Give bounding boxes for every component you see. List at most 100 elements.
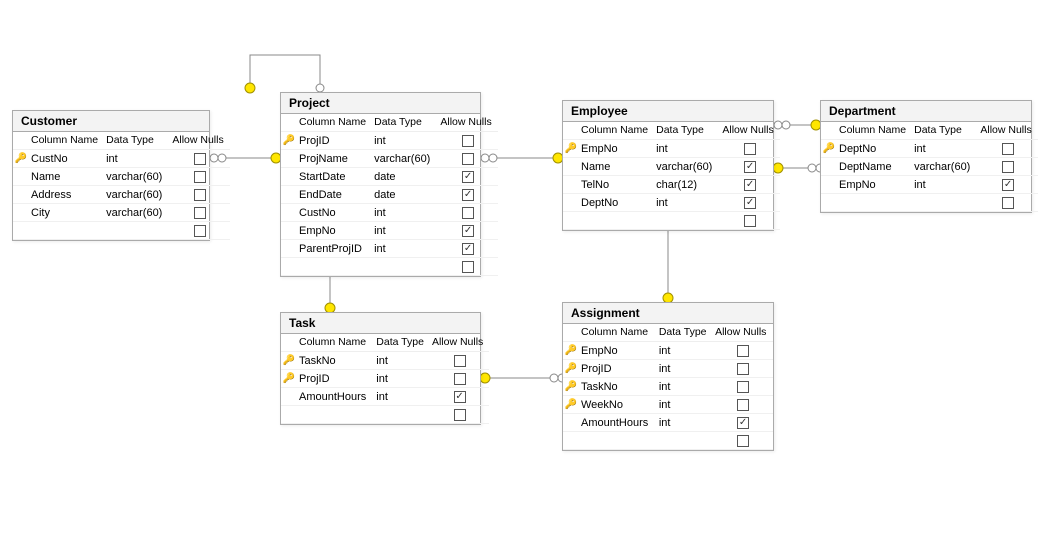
column-name[interactable]: CustNo [29, 150, 104, 168]
column-type[interactable]: int [372, 132, 438, 150]
table-department[interactable]: Department Column Name Data Type Allow N… [820, 100, 1032, 213]
column-name[interactable]: DeptNo [837, 140, 912, 158]
allow-nulls-checkbox[interactable] [430, 370, 489, 388]
allow-nulls-checkbox[interactable] [713, 378, 773, 396]
blank-row[interactable] [29, 222, 104, 240]
column-type[interactable]: int [657, 414, 713, 432]
column-type[interactable]: int [654, 194, 720, 212]
allow-nulls-checkbox[interactable]: ✓ [713, 414, 773, 432]
allow-nulls-checkbox[interactable]: ✓ [438, 186, 497, 204]
column-type[interactable]: int [372, 204, 438, 222]
allow-nulls-checkbox[interactable] [978, 158, 1037, 176]
column-name[interactable]: DeptName [837, 158, 912, 176]
allow-nulls-checkbox[interactable] [713, 432, 773, 450]
allow-nulls-checkbox[interactable]: ✓ [978, 176, 1037, 194]
allow-nulls-checkbox[interactable] [438, 132, 497, 150]
column-type[interactable]: int [104, 150, 170, 168]
allow-nulls-checkbox[interactable] [170, 204, 229, 222]
allow-nulls-checkbox[interactable] [713, 396, 773, 414]
column-type[interactable]: int [372, 222, 438, 240]
column-name[interactable]: Address [29, 186, 104, 204]
allow-nulls-checkbox[interactable]: ✓ [720, 176, 779, 194]
column-name[interactable]: CustNo [297, 204, 372, 222]
allow-nulls-checkbox[interactable] [430, 352, 489, 370]
column-type[interactable]: int [657, 360, 713, 378]
column-type[interactable]: int [654, 140, 720, 158]
blank-row[interactable] [579, 432, 657, 450]
table-project[interactable]: Project Column Name Data Type Allow Null… [280, 92, 481, 277]
allow-nulls-checkbox[interactable]: ✓ [438, 168, 497, 186]
column-type[interactable]: date [372, 168, 438, 186]
blank-row[interactable] [297, 258, 372, 276]
allow-nulls-checkbox[interactable] [170, 222, 229, 240]
allow-nulls-checkbox[interactable]: ✓ [430, 388, 489, 406]
column-name[interactable]: AmountHours [579, 414, 657, 432]
column-type[interactable]: varchar(60) [372, 150, 438, 168]
column-name[interactable]: ProjID [579, 360, 657, 378]
column-type[interactable]: char(12) [654, 176, 720, 194]
column-name[interactable]: EmpNo [297, 222, 372, 240]
allow-nulls-checkbox[interactable] [430, 406, 489, 424]
column-type[interactable]: varchar(60) [104, 186, 170, 204]
column-type[interactable]: int [374, 370, 430, 388]
table-employee[interactable]: Employee Column Name Data Type Allow Nul… [562, 100, 774, 231]
column-header-name: Column Name [29, 132, 104, 150]
column-name[interactable]: EmpNo [579, 140, 654, 158]
allow-nulls-checkbox[interactable] [438, 258, 497, 276]
allow-nulls-checkbox[interactable] [170, 186, 229, 204]
column-type[interactable]: varchar(60) [912, 158, 978, 176]
allow-nulls-checkbox[interactable]: ✓ [720, 194, 779, 212]
allow-nulls-checkbox[interactable]: ✓ [438, 222, 497, 240]
column-type[interactable]: date [372, 186, 438, 204]
allow-nulls-checkbox[interactable] [713, 360, 773, 378]
blank-row[interactable] [297, 406, 374, 424]
table-task[interactable]: Task Column Name Data Type Allow Nulls 🔑… [280, 312, 481, 425]
allow-nulls-checkbox[interactable] [720, 140, 779, 158]
column-name[interactable]: TaskNo [579, 378, 657, 396]
column-name[interactable]: TelNo [579, 176, 654, 194]
column-type[interactable]: int [657, 396, 713, 414]
column-name[interactable]: AmountHours [297, 388, 374, 406]
allow-nulls-checkbox[interactable]: ✓ [438, 240, 497, 258]
pk-icon: 🔑 [281, 352, 297, 370]
column-type[interactable]: varchar(60) [104, 168, 170, 186]
blank-row[interactable] [837, 194, 912, 212]
column-type[interactable]: int [374, 388, 430, 406]
column-name[interactable]: ProjName [297, 150, 372, 168]
column-type[interactable]: int [912, 176, 978, 194]
column-name[interactable]: WeekNo [579, 396, 657, 414]
allow-nulls-checkbox[interactable] [720, 212, 779, 230]
allow-nulls-checkbox[interactable] [170, 150, 229, 168]
allow-nulls-checkbox[interactable] [438, 204, 497, 222]
column-type[interactable]: varchar(60) [104, 204, 170, 222]
column-name[interactable]: StartDate [297, 168, 372, 186]
allow-nulls-checkbox[interactable] [978, 140, 1037, 158]
table-assignment[interactable]: Assignment Column Name Data Type Allow N… [562, 302, 774, 451]
allow-nulls-checkbox[interactable] [170, 168, 229, 186]
allow-nulls-checkbox[interactable] [713, 342, 773, 360]
column-name[interactable]: Name [29, 168, 104, 186]
column-header-type: Data Type [657, 324, 713, 342]
table-customer[interactable]: Customer Column Name Data Type Allow Nul… [12, 110, 210, 241]
column-type[interactable]: int [912, 140, 978, 158]
column-type[interactable]: int [657, 378, 713, 396]
column-name[interactable]: TaskNo [297, 352, 374, 370]
allow-nulls-checkbox[interactable]: ✓ [720, 158, 779, 176]
column-name[interactable]: EmpNo [837, 176, 912, 194]
column-name[interactable]: ProjID [297, 370, 374, 388]
column-name[interactable]: EmpNo [579, 342, 657, 360]
column-type[interactable]: varchar(60) [654, 158, 720, 176]
allow-nulls-checkbox[interactable] [978, 194, 1037, 212]
column-name[interactable]: ProjID [297, 132, 372, 150]
column-type[interactable]: int [657, 342, 713, 360]
column-name[interactable]: EndDate [297, 186, 372, 204]
column-type[interactable]: int [372, 240, 438, 258]
column-name[interactable]: Name [579, 158, 654, 176]
column-type[interactable]: int [374, 352, 430, 370]
column-name[interactable]: DeptNo [579, 194, 654, 212]
pk-icon: 🔑 [563, 360, 579, 378]
allow-nulls-checkbox[interactable] [438, 150, 497, 168]
column-name[interactable]: City [29, 204, 104, 222]
column-name[interactable]: ParentProjID [297, 240, 372, 258]
blank-row[interactable] [579, 212, 654, 230]
